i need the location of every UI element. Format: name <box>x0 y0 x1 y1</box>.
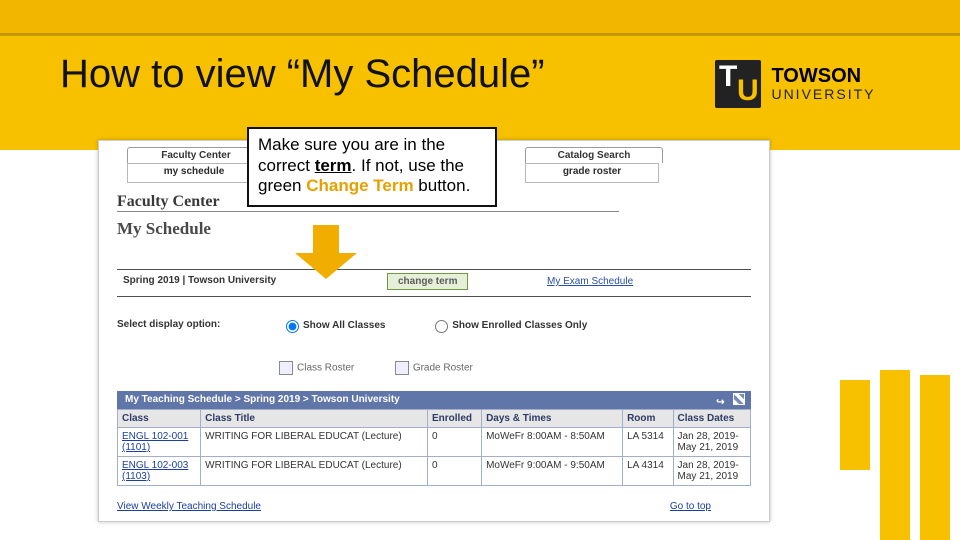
legend-grade-roster: Grade Roster <box>413 363 473 374</box>
logo-u-letter: U <box>737 74 759 108</box>
subtab-grade-roster[interactable]: grade roster <box>526 166 658 177</box>
current-term-label: Spring 2019 | Towson University <box>123 275 276 286</box>
teaching-schedule-bar-text: My Teaching Schedule > Spring 2019 > Tow… <box>125 394 400 405</box>
logo-mark-icon: T U <box>715 60 761 108</box>
logo-text-line2: UNIVERSITY <box>771 87 875 102</box>
view-weekly-schedule-link[interactable]: View Weekly Teaching Schedule <box>117 501 261 512</box>
callout-changeterm-word: Change Term <box>306 176 413 195</box>
radio-show-all-label: Show All Classes <box>303 320 385 331</box>
legend-class-roster: Class Roster <box>297 363 354 374</box>
divider <box>117 211 619 212</box>
dates-cell: Jan 28, 2019- May 21, 2019 <box>673 428 750 457</box>
towson-logo: T U TOWSON UNIVERSITY <box>715 60 925 116</box>
term-row: Spring 2019 | Towson University change t… <box>117 269 751 297</box>
decorative-stripes <box>820 330 960 540</box>
class-number-link[interactable]: (1103) <box>122 471 150 482</box>
enrolled-cell: 0 <box>427 428 481 457</box>
callout-term-word: term <box>315 156 352 175</box>
table-header: Class Dates <box>673 410 750 428</box>
teaching-schedule-bar: My Teaching Schedule > Spring 2019 > Tow… <box>117 391 751 409</box>
change-term-button[interactable]: change term <box>387 273 468 290</box>
section-my-schedule-heading: My Schedule <box>117 219 211 239</box>
my-exam-schedule-link[interactable]: My Exam Schedule <box>547 276 633 287</box>
table-header: Days & Times <box>482 410 623 428</box>
subtab-my-schedule[interactable]: my schedule <box>128 166 260 177</box>
radio-show-enrolled[interactable]: Show Enrolled Classes Only <box>430 320 587 331</box>
arrow-down-icon <box>295 225 355 280</box>
slide-title: How to view “My Schedule” <box>60 52 545 97</box>
dates-cell: Jan 28, 2019- May 21, 2019 <box>673 457 750 486</box>
class-roster-icon <box>279 361 293 375</box>
legend-row: Class Roster Grade Roster <box>279 361 473 375</box>
daytime-cell: MoWeFr 9:00AM - 9:50AM <box>482 457 623 486</box>
radio-show-all[interactable]: Show All Classes <box>281 320 385 331</box>
callout-post: button. <box>414 176 471 195</box>
class-title-cell: WRITING FOR LIBERAL EDUCAT (Lecture) <box>201 428 428 457</box>
table-row: ENGL 102-001(1101) WRITING FOR LIBERAL ED… <box>118 428 751 457</box>
go-to-top-link[interactable]: Go to top <box>670 501 711 512</box>
table-row: ENGL 102-003(1103) WRITING FOR LIBERAL ED… <box>118 457 751 486</box>
radio-show-all-input[interactable] <box>286 320 299 333</box>
class-link[interactable]: ENGL 102-001 <box>122 431 188 442</box>
class-number-link[interactable]: (1101) <box>122 442 150 453</box>
grid-icon[interactable] <box>733 393 745 405</box>
class-link[interactable]: ENGL 102-003 <box>122 460 188 471</box>
instruction-callout: Make sure you are in the correct term. I… <box>247 127 497 207</box>
display-option-label: Select display option: <box>117 319 220 330</box>
daytime-cell: MoWeFr 8:00AM - 8:50AM <box>482 428 623 457</box>
table-header: Room <box>623 410 673 428</box>
teaching-schedule-table: ClassClass TitleEnrolledDays & TimesRoom… <box>117 409 751 486</box>
enrolled-cell: 0 <box>427 457 481 486</box>
class-title-cell: WRITING FOR LIBERAL EDUCAT (Lecture) <box>201 457 428 486</box>
grade-roster-icon <box>395 361 409 375</box>
section-faculty-center-heading: Faculty Center <box>117 193 220 211</box>
room-cell: LA 5314 <box>623 428 673 457</box>
room-cell: LA 4314 <box>623 457 673 486</box>
table-header: Enrolled <box>427 410 481 428</box>
faculty-center-panel: Faculty Center Catalog Search my schedul… <box>98 140 770 522</box>
logo-t-letter: T <box>719 60 737 94</box>
table-header: Class <box>118 410 201 428</box>
logo-text-line1: TOWSON <box>771 66 875 87</box>
export-icon[interactable] <box>716 394 726 404</box>
radio-show-enrolled-label: Show Enrolled Classes Only <box>452 320 587 331</box>
radio-show-enrolled-input[interactable] <box>435 320 448 333</box>
table-header: Class Title <box>201 410 428 428</box>
